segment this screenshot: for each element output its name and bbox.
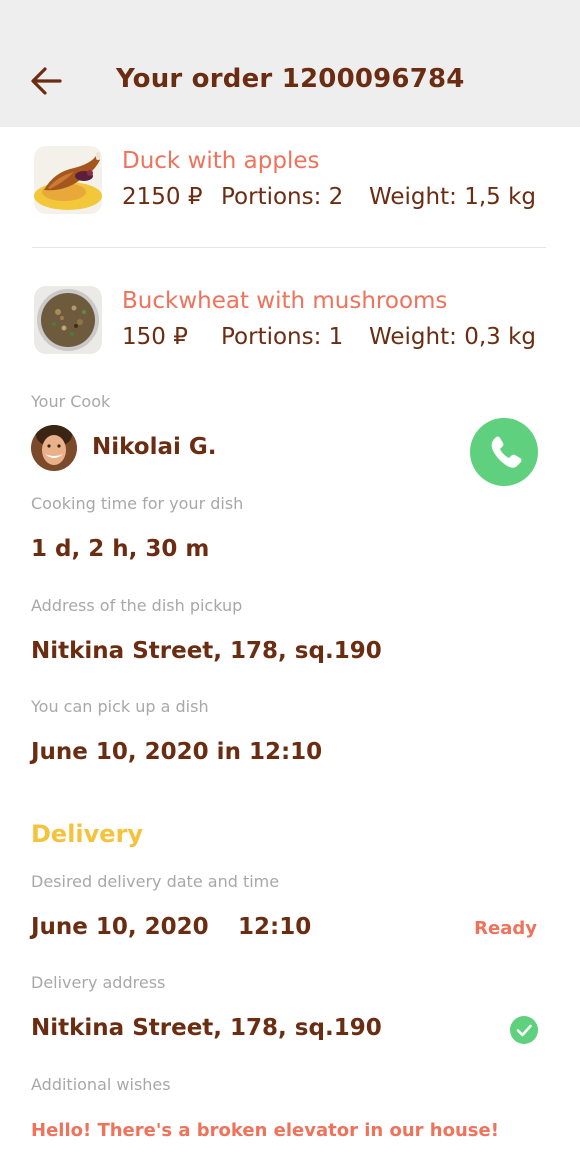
dish-name: Buckwheat with mushrooms xyxy=(122,288,448,314)
divider xyxy=(32,247,546,248)
delivery-time-value: 12:10 xyxy=(238,914,312,940)
cook-label: Your Cook xyxy=(31,392,111,411)
dish-meta: 2150 ₽ Portions: 2 Weight: 1,5 kg xyxy=(122,184,536,210)
dish-image-duck xyxy=(34,146,102,214)
wishes-value: Hello! There's a broken elevator in our … xyxy=(31,1120,499,1141)
dish-weight: Weight: 0,3 kg xyxy=(369,324,536,350)
dish-price: 2150 ₽ xyxy=(122,184,203,210)
delivery-address-label: Delivery address xyxy=(31,973,166,992)
delivery-date-label: Desired delivery date and time xyxy=(31,872,280,891)
wishes-label: Additional wishes xyxy=(31,1075,171,1094)
dish-portions: Portions: 1 xyxy=(221,324,344,350)
delivery-date-value: June 10, 2020 xyxy=(31,914,209,940)
cook-name: Nikolai G. xyxy=(92,434,217,460)
dish-name: Duck with apples xyxy=(122,148,320,174)
avatar xyxy=(31,425,77,471)
call-button[interactable] xyxy=(470,418,538,486)
cooking-time-label: Cooking time for your dish xyxy=(31,494,244,513)
pickup-time-label: You can pick up a dish xyxy=(31,697,209,716)
cooking-time-value: 1 d, 2 h, 30 m xyxy=(31,536,210,562)
dish-image-buckwheat xyxy=(34,286,102,354)
dish-portions: Portions: 2 xyxy=(221,184,344,210)
app-header: Your order 1200096784 xyxy=(0,0,580,127)
back-button[interactable] xyxy=(28,64,66,98)
pickup-address-label: Address of the dish pickup xyxy=(31,596,243,615)
pickup-time-value: June 10, 2020 in 12:10 xyxy=(31,739,323,765)
page-title: Your order 1200096784 xyxy=(116,64,465,94)
order-item-buckwheat[interactable]: Buckwheat with mushrooms 150 ₽ Portions: … xyxy=(32,286,552,358)
dish-price: 150 ₽ xyxy=(122,324,188,350)
delivery-address-value: Nitkina Street, 178, sq.190 xyxy=(31,1015,382,1041)
phone-icon xyxy=(491,436,522,468)
pickup-address-value: Nitkina Street, 178, sq.190 xyxy=(31,638,382,664)
order-item-duck[interactable]: Duck with apples 2150 ₽ Portions: 2 Weight… xyxy=(32,146,552,218)
delivery-section-title: Delivery xyxy=(31,820,144,848)
status-badge: Ready xyxy=(474,918,537,939)
check-circle-icon xyxy=(510,1016,538,1044)
arrow-left-icon xyxy=(31,67,62,95)
dish-weight: Weight: 1,5 kg xyxy=(369,184,536,210)
dish-meta: 150 ₽ Portions: 1 Weight: 0,3 kg xyxy=(122,324,536,350)
